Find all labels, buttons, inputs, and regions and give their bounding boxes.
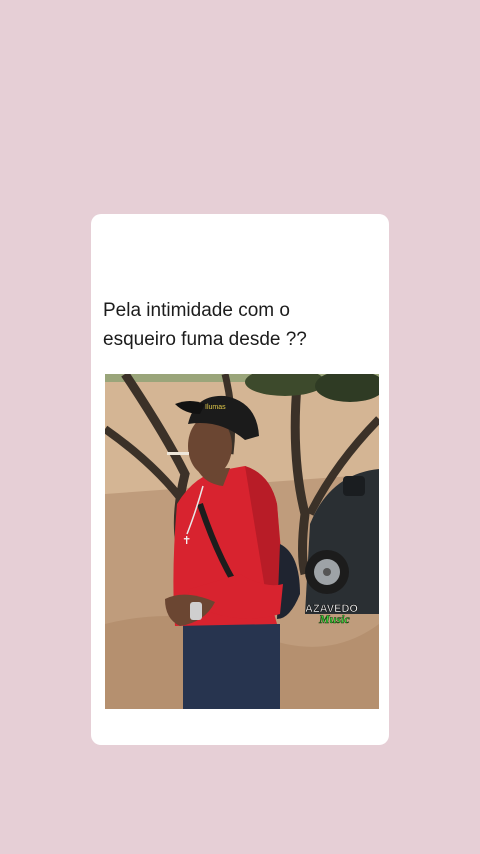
post-caption: Pela intimidade com o esqueiro fuma desd…	[103, 300, 307, 350]
cap-logo-text: Ilumas	[205, 404, 226, 411]
svg-text:✝: ✝	[182, 534, 191, 547]
post-card: Pela intimidade com o esqueiro fuma desd…	[91, 214, 389, 745]
svg-text:Music: Music	[318, 612, 350, 626]
post-photo[interactable]: Ilumas ✝ AZAVEDO Music	[105, 374, 379, 709]
photo-illustration: Ilumas ✝ AZAVEDO Music	[105, 374, 379, 709]
